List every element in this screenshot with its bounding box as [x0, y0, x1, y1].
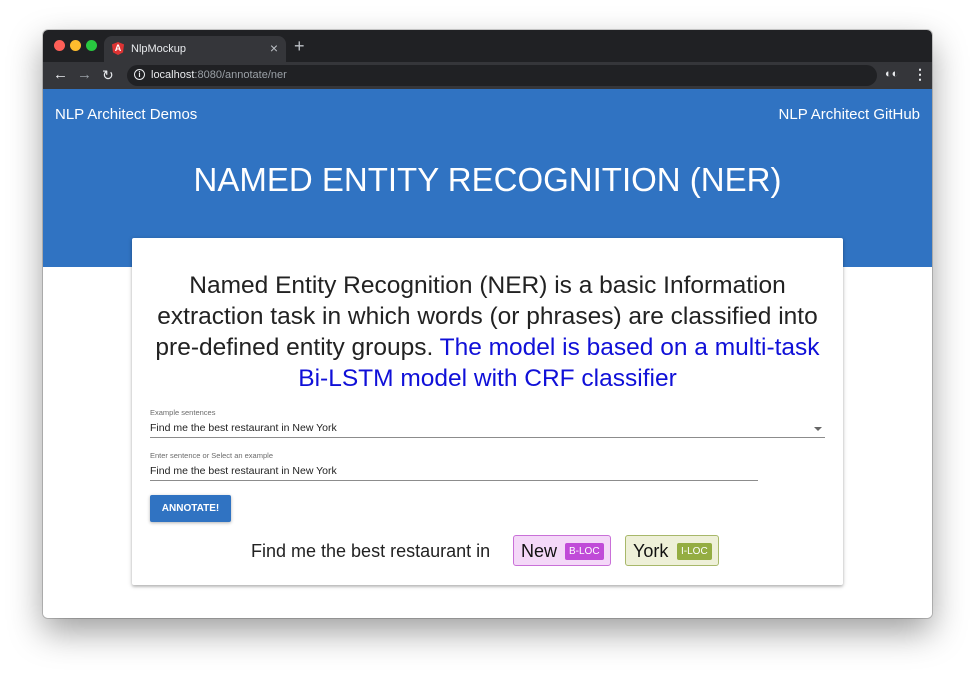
maximize-window-button[interactable] — [86, 40, 97, 51]
angular-favicon-icon: A — [112, 42, 124, 55]
entity-tag-badge: I-LOC — [677, 543, 712, 560]
entity-york: York I-LOC — [625, 535, 719, 566]
page-title: NAMED ENTITY RECOGNITION (NER) — [193, 161, 782, 198]
tab-strip: A NlpMockup × + — [43, 30, 932, 62]
ner-card: Named Entity Recognition (NER) is a basi… — [132, 238, 843, 585]
entity-word: York — [633, 541, 669, 561]
annotate-button[interactable]: ANNOTATE! — [150, 495, 231, 522]
incognito-icon[interactable]: ◐◐ — [885, 68, 898, 80]
tab-title: NlpMockup — [131, 43, 187, 55]
github-link[interactable]: NLP Architect GitHub — [779, 106, 920, 123]
forward-arrow-icon[interactable]: → — [77, 66, 92, 84]
close-window-button[interactable] — [54, 40, 65, 51]
annotation-result: Find me the best restaurant in New B-LOC… — [132, 534, 843, 568]
address-bar[interactable]: i localhost:8080/annotate/ner ☆ — [127, 65, 877, 86]
info-icon[interactable]: i — [134, 69, 145, 80]
example-select[interactable]: Find me the best restaurant in New York — [150, 422, 337, 434]
back-arrow-icon[interactable]: ← — [53, 66, 68, 84]
entity-tag-badge: B-LOC — [565, 543, 604, 560]
minimize-window-button[interactable] — [70, 40, 81, 51]
result-plain-text: Find me the best restaurant in — [251, 541, 491, 561]
example-select-label: Example sentences — [150, 408, 216, 417]
menu-dots-icon[interactable]: ⋮ — [913, 66, 927, 82]
select-underline — [150, 437, 825, 438]
page-content: NLP Architect Demos NLP Architect GitHub… — [43, 89, 932, 618]
dropdown-arrow-icon[interactable] — [814, 427, 822, 431]
description: Named Entity Recognition (NER) is a basi… — [152, 270, 823, 394]
entity-new: New B-LOC — [513, 535, 611, 566]
browser-window: A NlpMockup × + ← → ↻ i localhost:8080/a… — [43, 30, 932, 618]
url-host: localhost — [151, 69, 195, 81]
input-underline — [150, 480, 758, 481]
tab-close-icon[interactable]: × — [270, 40, 278, 56]
browser-toolbar: ← → ↻ i localhost:8080/annotate/ner ☆ ◐◐… — [43, 62, 932, 89]
url-text[interactable]: localhost:8080/annotate/ner — [151, 69, 287, 81]
brand-link[interactable]: NLP Architect Demos — [55, 106, 197, 123]
browser-tab[interactable]: A NlpMockup × — [104, 36, 286, 62]
entity-word: New — [521, 541, 558, 561]
url-path: :8080/annotate/ner — [194, 69, 287, 81]
new-tab-icon[interactable]: + — [294, 36, 305, 56]
sentence-input[interactable]: Find me the best restaurant in New York — [150, 465, 337, 477]
sentence-input-label: Enter sentence or Select an example — [150, 451, 273, 460]
reload-icon[interactable]: ↻ — [102, 66, 114, 84]
